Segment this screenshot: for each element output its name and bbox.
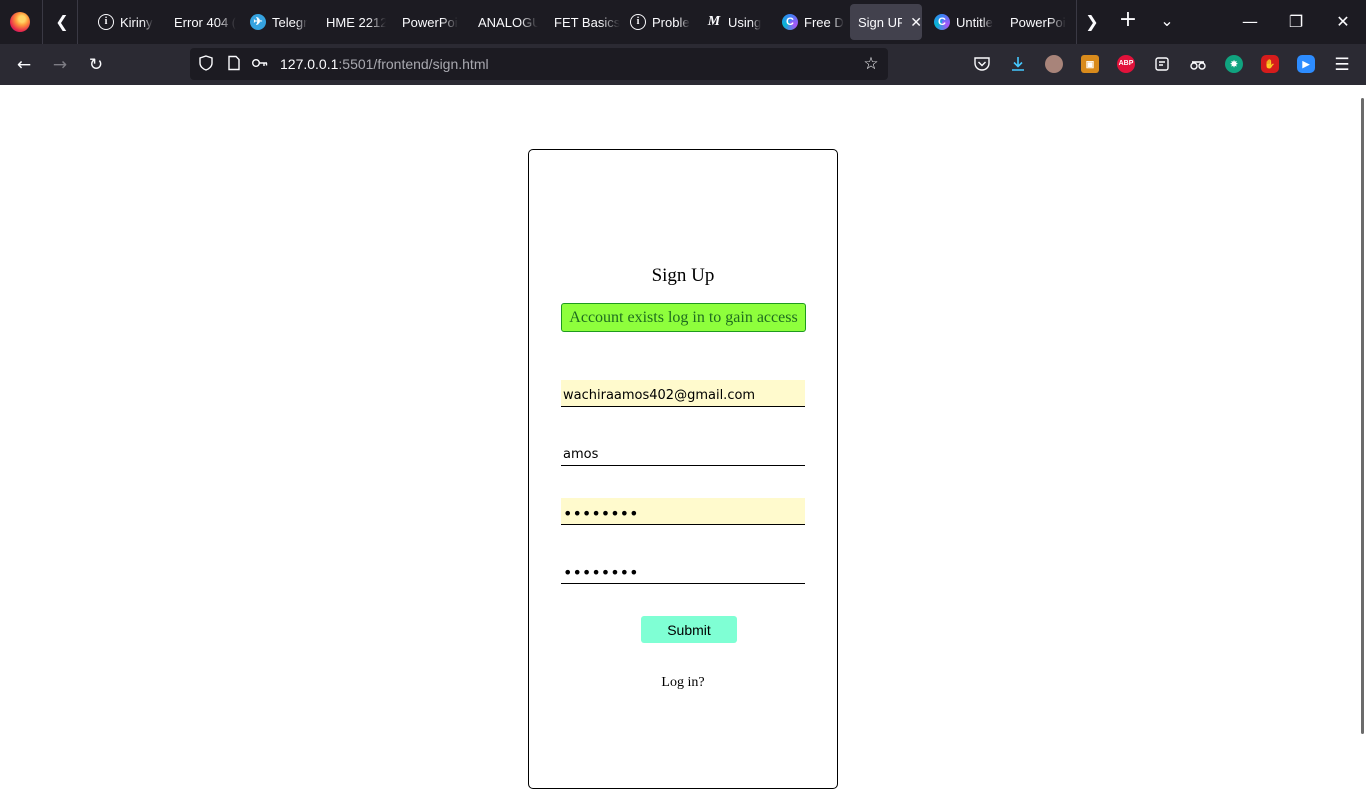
chatgpt-extension-icon[interactable]: ✸ [1225,55,1243,73]
tab-title: PowerPoi [402,14,458,30]
tab-title: PowerPoi [1010,14,1066,30]
tab-error-404[interactable]: Error 404 ( [166,4,236,40]
info-icon: i [98,14,114,30]
downloads-icon[interactable] [1009,55,1027,73]
tab-title: ANALOGU [478,14,538,30]
medium-icon: M [707,14,721,29]
tab-powerpoint-1[interactable]: PowerPoi [394,4,462,40]
tab-title: Untitle [956,14,993,30]
tab-title: HME 2212 [326,14,386,30]
close-window-icon[interactable]: ✕ [1331,12,1355,32]
close-tab-icon[interactable]: ✕ [910,14,922,31]
tab-title: Proble [652,14,690,30]
tab-title: Kiriny [120,14,153,30]
page-scrollbar[interactable] [1361,98,1364,734]
firefox-logo-icon[interactable] [10,12,30,32]
forward-icon[interactable]: → [49,54,71,76]
canva-icon: C [934,14,950,30]
slides-extension-icon[interactable]: ▣ [1081,55,1099,73]
tab-analogue[interactable]: ANALOGU [470,4,538,40]
back-icon[interactable]: ← [13,54,35,76]
navigation-toolbar: ← → ↻ 127.0.0.1:5501/frontend/sign.html … [0,44,1366,85]
profile-avatar-icon[interactable] [1045,55,1063,73]
restore-window-icon[interactable]: ❐ [1284,12,1308,32]
login-link[interactable]: Log in? [529,675,837,691]
password-field[interactable] [561,498,805,525]
stop-hand-extension-icon[interactable]: ✋ [1261,55,1279,73]
list-all-tabs-icon[interactable]: ⌄ [1156,11,1178,31]
confirm-password-field[interactable] [561,557,805,584]
status-alert: Account exists log in to gain access [561,303,806,332]
tab-scroll-left-icon[interactable]: ❮ [52,12,72,32]
key-icon[interactable] [251,55,269,73]
tab-using[interactable]: M Using [698,4,768,40]
bookmark-star-icon[interactable]: ☆ [862,55,880,73]
info-icon: i [630,14,646,30]
tab-problem[interactable]: i Proble [622,4,694,40]
tab-bar: ❮ i Kiriny Error 404 ( ✈ Telegr HME 2212… [0,0,1366,44]
tab-title: FET Basics [554,14,621,30]
telegram-icon: ✈ [250,14,266,30]
tab-hme-2212[interactable]: HME 2212 [318,4,386,40]
tab-title: Using [728,14,762,30]
divider [42,0,43,44]
reload-icon[interactable]: ↻ [85,54,107,76]
url-bar[interactable]: 127.0.0.1:5501/frontend/sign.html ☆ [190,48,888,80]
canva-icon: C [782,14,798,30]
reader-extension-icon[interactable] [1153,55,1171,73]
tracking-protection-shield-icon[interactable] [197,55,215,73]
page-info-icon[interactable] [225,55,243,73]
tab-scroll-right-icon[interactable]: ❯ [1082,12,1102,32]
submit-button[interactable]: Submit [641,616,737,643]
tab-telegram[interactable]: ✈ Telegr [242,4,308,40]
tab-title: Sign UP [858,14,903,30]
pocket-icon[interactable] [973,55,991,73]
tab-fet-basics[interactable]: FET Basics [546,4,622,40]
url-path: :5501/frontend/sign.html [338,56,489,72]
divider [1076,0,1077,44]
signup-card: Sign Up Account exists log in to gain ac… [528,149,838,789]
tab-untitled[interactable]: C Untitle [926,4,996,40]
spy-extension-icon[interactable] [1189,55,1207,73]
page-title: Sign Up [651,265,715,286]
username-field[interactable] [561,439,805,466]
tab-sign-up-active[interactable]: Sign UP ✕ [850,4,922,40]
new-tab-icon[interactable]: + [1116,9,1140,31]
app-menu-icon[interactable]: ☰ [1331,54,1353,76]
tab-title: Error 404 ( [174,14,236,30]
url-host: 127.0.0.1 [280,56,339,72]
tab-title: Free D [804,14,844,30]
adblock-plus-icon[interactable]: ABP [1117,55,1135,73]
page-viewport: Sign Up Account exists log in to gain ac… [0,85,1366,789]
tab-kiriny[interactable]: i Kiriny [90,4,158,40]
email-field[interactable] [561,380,805,407]
tab-free-design[interactable]: C Free D [774,4,844,40]
minimize-window-icon[interactable]: — [1238,12,1262,32]
tab-powerpoint-2[interactable]: PowerPoi [1002,4,1072,40]
url-text[interactable]: 127.0.0.1:5501/frontend/sign.html [280,56,489,72]
zoom-extension-icon[interactable]: ▶ [1297,55,1315,73]
tab-title: Telegr [272,14,308,30]
divider [77,0,78,44]
